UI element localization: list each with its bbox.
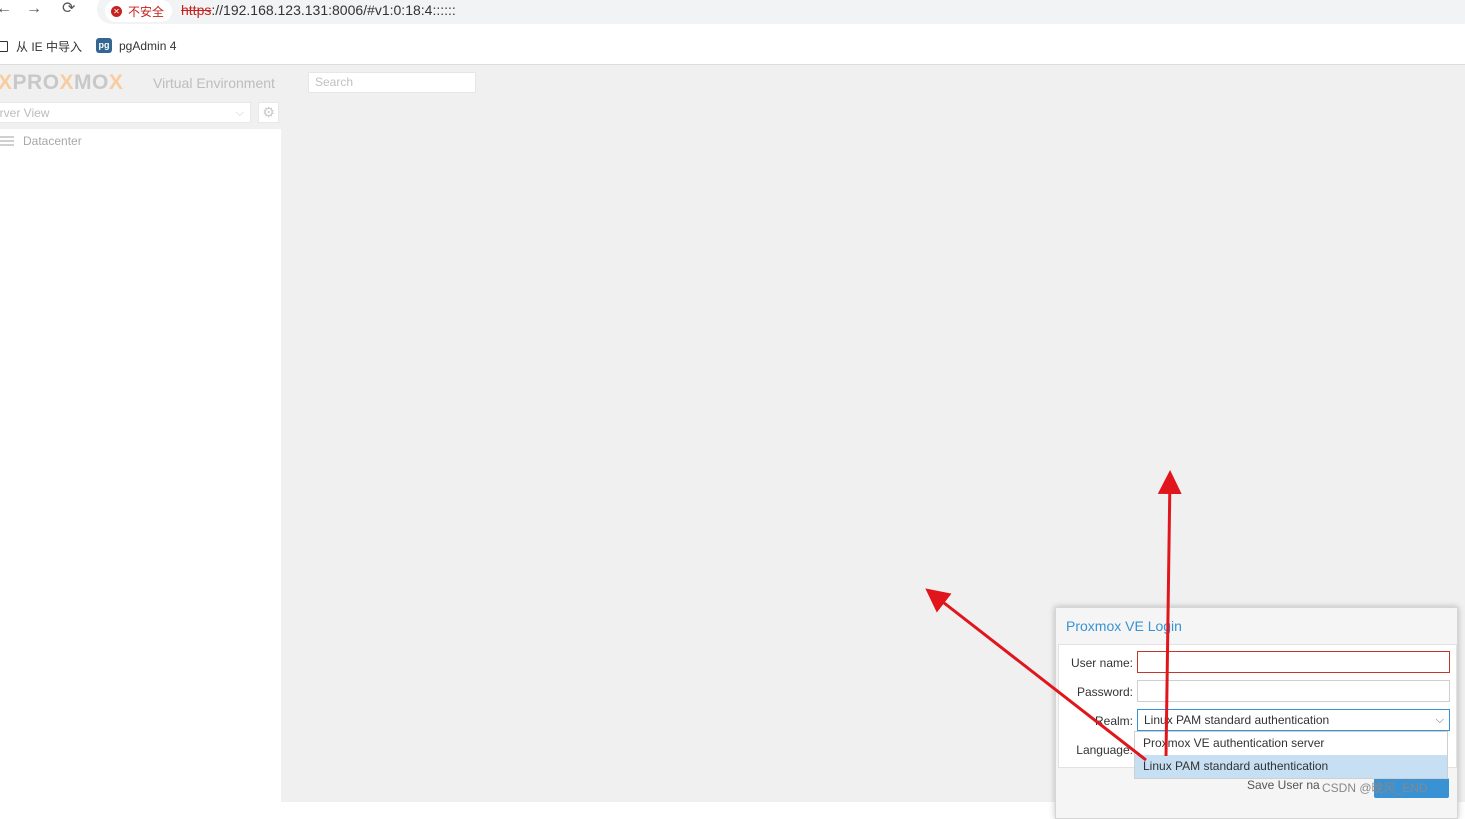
annotation-arrows: [925, 470, 1182, 762]
annotation-arrow: [1157, 470, 1182, 757]
annotation-arrow: [925, 588, 1147, 762]
